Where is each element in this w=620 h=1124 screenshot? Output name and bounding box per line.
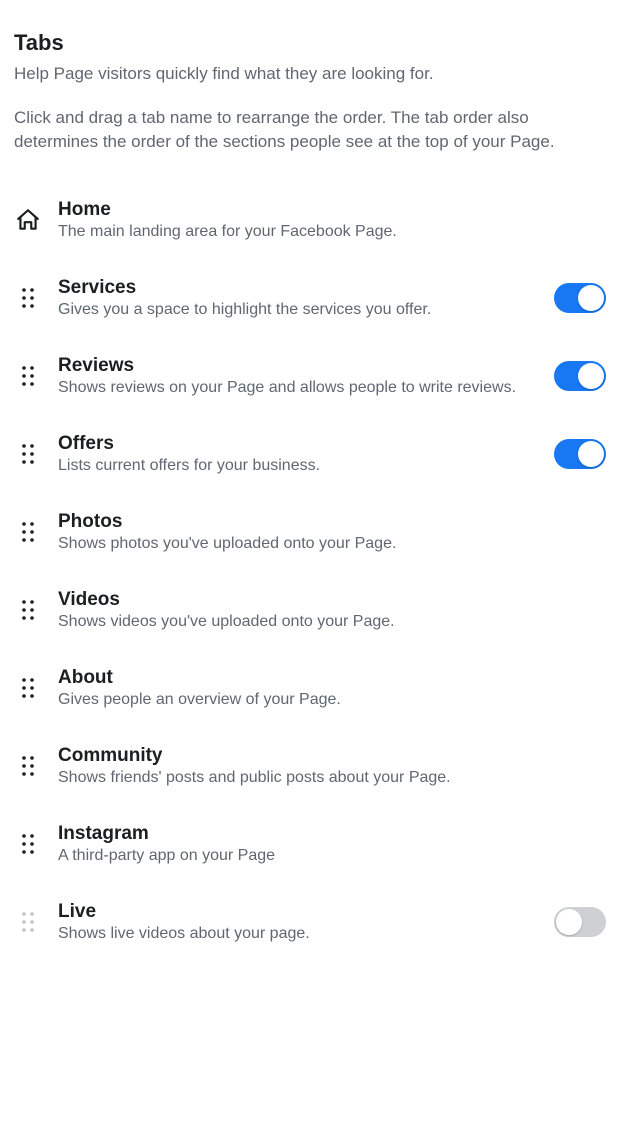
page-title: Tabs: [14, 30, 606, 56]
tab-body: Offers Lists current offers for your bus…: [58, 433, 530, 475]
handle-col: [14, 911, 42, 933]
tab-description: Shows videos you've uploaded onto your P…: [58, 613, 518, 631]
handle-col: [14, 365, 42, 387]
tab-description: A third-party app on your Page: [58, 847, 518, 865]
toggle-knob: [556, 909, 582, 935]
home-icon: [15, 207, 41, 233]
tab-name: Videos: [58, 589, 530, 611]
drag-handle-icon[interactable]: [21, 833, 35, 855]
tab-body: Instagram A third-party app on your Page: [58, 823, 530, 865]
toggle-live[interactable]: [554, 907, 606, 937]
tab-body: Photos Shows photos you've uploaded onto…: [58, 511, 530, 553]
handle-col: [14, 599, 42, 621]
handle-col: [14, 207, 42, 233]
tab-item-videos[interactable]: Videos Shows videos you've uploaded onto…: [14, 571, 606, 649]
toggle-col: [546, 439, 606, 469]
toggle-knob: [578, 363, 604, 389]
tab-item-offers[interactable]: Offers Lists current offers for your bus…: [14, 415, 606, 493]
tab-item-reviews[interactable]: Reviews Shows reviews on your Page and a…: [14, 337, 606, 415]
tab-name: Live: [58, 901, 530, 923]
tab-name: Photos: [58, 511, 530, 533]
toggle-knob: [578, 441, 604, 467]
handle-col: [14, 833, 42, 855]
tab-description: The main landing area for your Facebook …: [58, 223, 518, 241]
tab-item-instagram[interactable]: Instagram A third-party app on your Page: [14, 805, 606, 883]
tab-name: Services: [58, 277, 530, 299]
toggle-col: [546, 361, 606, 391]
toggle-reviews[interactable]: [554, 361, 606, 391]
help-text: Help Page visitors quickly find what the…: [14, 62, 606, 86]
handle-col: [14, 287, 42, 309]
tab-description: Gives you a space to highlight the servi…: [58, 301, 518, 319]
tab-item-live[interactable]: Live Shows live videos about your page.: [14, 883, 606, 961]
drag-handle-icon[interactable]: [21, 911, 35, 933]
tab-name: Offers: [58, 433, 530, 455]
tab-description: Gives people an overview of your Page.: [58, 691, 518, 709]
toggle-knob: [578, 285, 604, 311]
drag-handle-icon[interactable]: [21, 521, 35, 543]
drag-handle-icon[interactable]: [21, 443, 35, 465]
drag-handle-icon[interactable]: [21, 287, 35, 309]
tab-description: Shows live videos about your page.: [58, 925, 518, 943]
tab-item-community[interactable]: Community Shows friends' posts and publi…: [14, 727, 606, 805]
instruction-text: Click and drag a tab name to rearrange t…: [14, 106, 606, 154]
tab-body: About Gives people an overview of your P…: [58, 667, 530, 709]
drag-handle-icon[interactable]: [21, 365, 35, 387]
tab-item-about[interactable]: About Gives people an overview of your P…: [14, 649, 606, 727]
tab-name: Home: [58, 199, 530, 221]
tab-body: Community Shows friends' posts and publi…: [58, 745, 530, 787]
tab-body: Home The main landing area for your Face…: [58, 199, 530, 241]
tab-description: Shows photos you've uploaded onto your P…: [58, 535, 518, 553]
tab-description: Shows reviews on your Page and allows pe…: [58, 379, 518, 397]
handle-col: [14, 521, 42, 543]
toggle-col: [546, 283, 606, 313]
tab-body: Videos Shows videos you've uploaded onto…: [58, 589, 530, 631]
tab-name: Reviews: [58, 355, 530, 377]
tab-item-photos[interactable]: Photos Shows photos you've uploaded onto…: [14, 493, 606, 571]
tab-body: Live Shows live videos about your page.: [58, 901, 530, 943]
drag-handle-icon[interactable]: [21, 755, 35, 777]
tab-body: Reviews Shows reviews on your Page and a…: [58, 355, 530, 397]
drag-handle-icon[interactable]: [21, 677, 35, 699]
tab-body: Services Gives you a space to highlight …: [58, 277, 530, 319]
drag-handle-icon[interactable]: [21, 599, 35, 621]
toggle-services[interactable]: [554, 283, 606, 313]
tab-name: About: [58, 667, 530, 689]
tab-name: Community: [58, 745, 530, 767]
tab-item-home[interactable]: Home The main landing area for your Face…: [14, 181, 606, 259]
handle-col: [14, 677, 42, 699]
toggle-col: [546, 907, 606, 937]
tab-description: Shows friends' posts and public posts ab…: [58, 769, 518, 787]
tab-list: Home The main landing area for your Face…: [14, 181, 606, 961]
tab-name: Instagram: [58, 823, 530, 845]
tab-item-services[interactable]: Services Gives you a space to highlight …: [14, 259, 606, 337]
handle-col: [14, 755, 42, 777]
handle-col: [14, 443, 42, 465]
toggle-offers[interactable]: [554, 439, 606, 469]
tab-description: Lists current offers for your business.: [58, 457, 518, 475]
